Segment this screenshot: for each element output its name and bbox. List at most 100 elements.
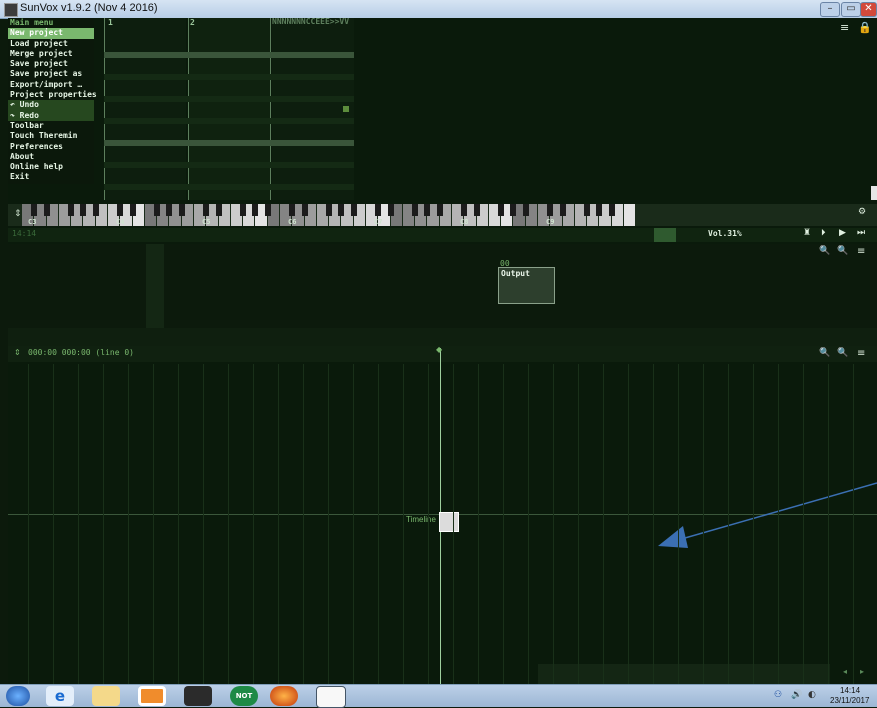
piano-black-key[interactable]: [584, 204, 591, 216]
volume-label[interactable]: Vol.31%: [708, 229, 742, 238]
file-explorer-icon[interactable]: [92, 686, 120, 706]
notes-icon[interactable]: [316, 686, 346, 708]
piano-black-key[interactable]: [412, 204, 419, 216]
piano-black-key[interactable]: [117, 204, 124, 216]
piano-black-key[interactable]: [436, 204, 443, 216]
piano-black-key[interactable]: [264, 204, 271, 216]
menu-item-save-project-as[interactable]: Save project as: [8, 69, 94, 79]
piano-black-key[interactable]: [215, 204, 222, 216]
playhead-handle-icon[interactable]: ◆: [436, 345, 442, 354]
piano-black-key[interactable]: [375, 204, 382, 216]
pattern-track-3[interactable]: [272, 18, 354, 200]
scroll-right-icon[interactable]: ▸: [860, 667, 864, 676]
record-indicator[interactable]: [654, 228, 676, 242]
timeline-pattern-icon[interactable]: [439, 512, 459, 532]
menu-item-load-project[interactable]: Load project: [8, 39, 94, 49]
menu-item-exit[interactable]: Exit: [8, 172, 94, 182]
piano-black-key[interactable]: [203, 204, 210, 216]
menu-item-merge-project[interactable]: Merge project: [8, 49, 94, 59]
piano-black-key[interactable]: [289, 204, 296, 216]
menu-item-new-project[interactable]: New project: [8, 28, 94, 39]
timeline-scroll-icon[interactable]: ⇕: [14, 348, 21, 357]
scroll-handle[interactable]: [871, 186, 877, 200]
piano-black-key[interactable]: [387, 204, 394, 216]
pattern-track-1[interactable]: [104, 18, 186, 200]
piano-white-key[interactable]: [624, 204, 636, 226]
piano-black-key[interactable]: [68, 204, 75, 216]
keyboard-settings-icon[interactable]: ⚙: [858, 207, 866, 217]
piano-black-key[interactable]: [166, 204, 173, 216]
panel-divider[interactable]: [8, 328, 877, 346]
piano-black-key[interactable]: [178, 204, 185, 216]
menu-item-touch-theremin[interactable]: Touch Theremin: [8, 131, 94, 141]
not-app-icon[interactable]: NOT: [230, 686, 258, 706]
piano-black-key[interactable]: [301, 204, 308, 216]
piano-black-key[interactable]: [92, 204, 99, 216]
start-button[interactable]: [6, 686, 30, 706]
timeline-menu-icon[interactable]: ≡: [857, 348, 865, 359]
menu-item-toolbar[interactable]: Toolbar: [8, 121, 94, 131]
menu-item-about[interactable]: About: [8, 152, 94, 162]
zoom-in-icon[interactable]: 🔍: [819, 246, 830, 256]
output-module[interactable]: Output: [498, 267, 555, 304]
timeline-zoom-out-icon[interactable]: 🔍: [837, 348, 848, 358]
firefox-icon[interactable]: [270, 686, 298, 706]
play-icon[interactable]: ▶: [839, 228, 846, 238]
piano-black-key[interactable]: [350, 204, 357, 216]
stop-icon[interactable]: ⏭: [857, 228, 865, 238]
clock-date[interactable]: 23/11/2017: [830, 696, 869, 705]
menu-item-export-import[interactable]: Export/import …: [8, 80, 94, 90]
piano-black-key[interactable]: [498, 204, 505, 216]
module-menu-icon[interactable]: ≡: [857, 246, 865, 257]
piano-black-key[interactable]: [338, 204, 345, 216]
menu-item-save-project[interactable]: Save project: [8, 59, 94, 69]
pattern-divider: [188, 18, 189, 200]
piano-black-key[interactable]: [43, 204, 50, 216]
menu-icon[interactable]: ≡: [840, 21, 849, 34]
piano-black-key[interactable]: [240, 204, 247, 216]
horizontal-scrollbar[interactable]: [538, 664, 830, 684]
sunvox-taskbar-icon[interactable]: [184, 686, 212, 706]
timeline-header[interactable]: [8, 346, 877, 362]
menu-item-online-help[interactable]: Online help: [8, 162, 94, 172]
timeline-zoom-in-icon[interactable]: 🔍: [819, 348, 830, 358]
menu-item-preferences[interactable]: Preferences: [8, 142, 94, 152]
zoom-out-icon[interactable]: 🔍: [837, 246, 848, 256]
minimize-button[interactable]: –: [820, 2, 840, 17]
media-player-icon[interactable]: [138, 686, 166, 706]
scroll-left-icon[interactable]: ◂: [843, 667, 847, 676]
piano-black-key[interactable]: [31, 204, 38, 216]
metronome-icon[interactable]: ♜: [803, 228, 811, 238]
module-view-resize-handle[interactable]: [146, 244, 164, 328]
network-icon[interactable]: ⚇: [774, 690, 782, 700]
piano-black-key[interactable]: [596, 204, 603, 216]
piano-black-key[interactable]: [559, 204, 566, 216]
menu-item-undo[interactable]: ↶ Undo: [8, 100, 94, 111]
piano-black-key[interactable]: [80, 204, 87, 216]
piano-black-key[interactable]: [154, 204, 161, 216]
menu-item-project-properties[interactable]: Project properties: [8, 90, 97, 100]
piano-black-key[interactable]: [510, 204, 517, 216]
piano-black-key[interactable]: [473, 204, 480, 216]
clock-time[interactable]: 14:14: [840, 686, 860, 695]
piano-black-key[interactable]: [522, 204, 529, 216]
maximize-button[interactable]: ▭: [841, 2, 861, 17]
piano-black-key[interactable]: [608, 204, 615, 216]
piano-black-key[interactable]: [326, 204, 333, 216]
volume-icon[interactable]: 🔊: [791, 690, 802, 700]
play-from-start-icon[interactable]: ⏵: [821, 228, 826, 238]
piano-black-key[interactable]: [547, 204, 554, 216]
menu-item-redo[interactable]: ↷ Redo: [8, 110, 94, 121]
lock-icon[interactable]: 🔒: [858, 21, 872, 34]
power-icon[interactable]: ◐: [808, 690, 816, 700]
pattern-track-2[interactable]: [188, 18, 270, 200]
piano-black-key[interactable]: [252, 204, 259, 216]
piano-black-key[interactable]: [129, 204, 136, 216]
module-view[interactable]: [8, 244, 877, 328]
piano-black-key[interactable]: [424, 204, 431, 216]
piano-scroll-icon[interactable]: ⇕: [14, 209, 22, 219]
piano-black-key[interactable]: [461, 204, 468, 216]
piano-keyboard[interactable]: [8, 204, 877, 226]
close-button[interactable]: ✕: [860, 2, 877, 17]
internet-explorer-icon[interactable]: e: [46, 686, 74, 706]
